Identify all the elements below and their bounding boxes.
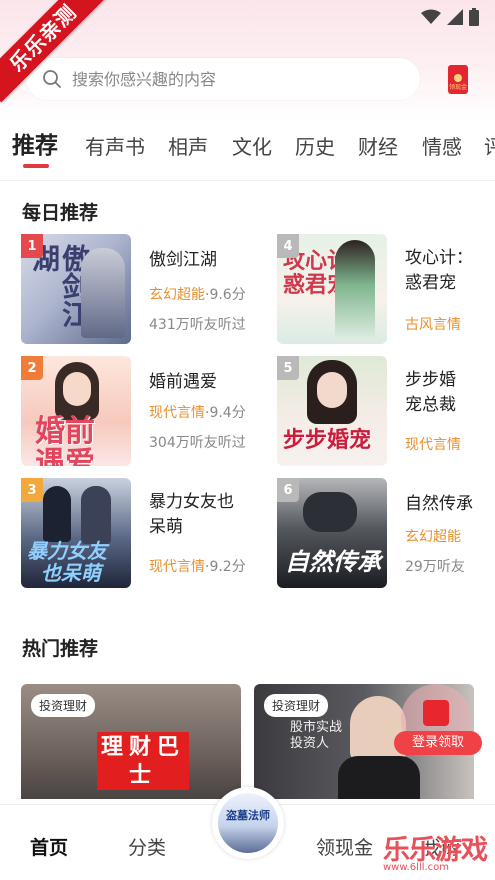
cover-art-text: 股市实战投资人 [290,720,343,751]
rank-number: 3 [27,482,37,498]
book-title: 暴力女友也呆萌 [149,492,234,537]
search-input[interactable] [72,69,372,89]
battery-icon [469,8,479,26]
cover-figure [81,248,125,338]
rank-number: 4 [283,238,293,254]
genre-label: 现代言情 [149,405,205,421]
nav-cash[interactable]: 领现金 [316,833,373,860]
book-score: ·9.2分 [205,559,246,575]
nav-category[interactable]: 分类 [128,833,166,860]
cover-art-text: 暴力女友 也呆萌 [27,539,107,585]
book-card[interactable]: 自然传承 6 自然传承 玄幻超能 29万听友 [277,478,495,588]
daily-section-title: 每日推荐 [22,202,99,224]
tab-indicator [23,164,49,168]
tab-history[interactable]: 历史 [295,131,335,160]
book-listens: 29万听友 [405,559,465,575]
book-score: ·9.6分 [205,287,246,303]
rank-badge: 4 [277,234,299,258]
book-genre: 古风言情 [405,314,461,334]
cover-figure [303,492,357,532]
book-score: ·9.4分 [205,405,246,421]
tab-audiobook[interactable]: 有声书 [85,131,145,160]
hot-card-tag: 投资理财 [264,694,329,717]
book-genre: 现代言情·9.4分 [149,402,246,422]
cover-face [317,372,347,408]
hot-section-title: 热门推荐 [22,638,99,660]
coin-icon [454,74,462,82]
cover-figure [338,756,420,799]
rank-number: 1 [27,238,37,254]
book-title: 攻心计：惑君宠 [405,248,473,293]
genre-label: 玄幻超能 [405,529,461,545]
corner-ribbon: 乐乐亲测 [0,0,110,110]
red-packet-label: 领现金 [448,84,467,91]
cover-art-text: 步步婚宠 [283,428,372,453]
book-card[interactable]: 婚前 遇爱 2 婚前遇爱 现代言情·9.4分 304万听友听过 [21,356,261,466]
cover-figure [81,486,111,544]
tab-crosstalk[interactable]: 相声 [168,131,208,160]
rank-number: 2 [27,360,37,376]
tab-emotion[interactable]: 情感 [422,131,462,160]
cover-art-text: 理财巴士 [97,732,189,790]
book-title: 自然传承 [405,494,473,514]
genre-label: 现代言情 [405,437,461,453]
cover-art-text: 自然传承 [285,548,381,576]
book-genre: 玄幻超能·9.6分 [149,284,246,304]
cover-art-text: 傲剑江湖 [28,244,91,328]
now-playing-button[interactable]: 盗墓法师 [212,787,284,859]
book-genre: 现代言情 [405,434,461,454]
tab-finance[interactable]: 财经 [358,131,398,160]
book-listens: 431万听友听过 [149,317,246,333]
cover-art-text: 婚前 遇爱 [35,414,95,467]
divider [0,180,495,181]
rank-badge: 1 [21,234,43,258]
status-bar [421,8,479,26]
book-card[interactable]: 傲剑江湖 1 傲剑江湖 玄幻超能·9.6分 431万听友听过 [21,234,261,344]
rank-badge: 6 [277,478,299,502]
book-card[interactable]: 暴力女友 也呆萌 3 暴力女友也呆萌 现代言情·9.2分 [21,478,261,588]
tab-review[interactable]: 评 [484,131,495,160]
red-packet-button[interactable]: 领现金 [448,65,468,94]
now-playing-title: 盗墓法师 [226,809,270,822]
rank-badge: 5 [277,356,299,380]
tab-recommend[interactable]: 推荐 [12,126,58,160]
book-title: 傲剑江湖 [149,250,217,270]
rank-badge: 3 [21,478,43,502]
hot-card-tag: 投资理财 [31,694,96,717]
book-title: 婚前遇爱 [149,372,217,392]
rank-badge: 2 [21,356,43,380]
book-genre: 现代言情·9.2分 [149,556,246,576]
wifi-icon [421,9,441,24]
now-playing-cover: 盗墓法师 [218,793,278,853]
red-envelope-icon [423,700,449,726]
cover-face [63,372,91,406]
tab-culture[interactable]: 文化 [232,131,272,160]
rank-number: 6 [283,482,293,498]
cover-figure [335,240,375,340]
book-card[interactable]: 步步婚宠 5 步步婚宠总裁的心 现代言情 [277,356,495,466]
book-genre: 玄幻超能 [405,526,461,546]
book-listens: 304万听友听过 [149,435,246,451]
ribbon-label: 乐乐亲测 [0,0,108,103]
signal-icon [447,9,463,25]
genre-label: 古风言情 [405,317,461,333]
login-claim-button[interactable]: 登录领取 [394,731,482,755]
rank-number: 5 [283,360,293,376]
genre-label: 现代言情 [149,559,205,575]
hot-card[interactable]: 投资理财 理财巴士 [21,684,241,799]
cover-figure [43,486,71,542]
nav-home[interactable]: 首页 [30,833,68,860]
book-card[interactable]: 攻心计 惑君宠 4 攻心计：惑君宠 古风言情 [277,234,495,344]
genre-label: 玄幻超能 [149,287,205,303]
watermark-url: www.6lll.com [383,862,450,873]
book-title: 步步婚宠总裁的心 [405,370,456,415]
